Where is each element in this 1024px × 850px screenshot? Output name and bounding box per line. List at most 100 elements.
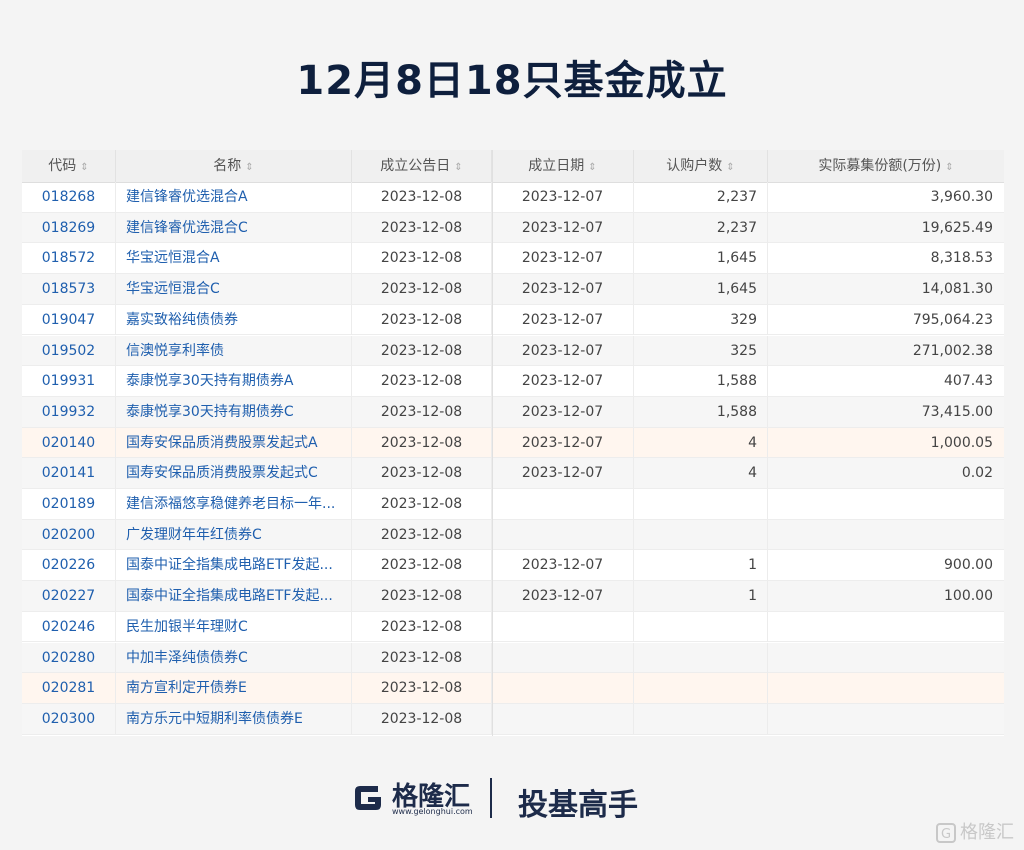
table-row[interactable]: 019931 泰康悦享30天持有期债券A 2023-12-08 2023-12-07 1… [22, 366, 1004, 397]
header-establish-date[interactable]: 成立日期 ⇕ [492, 150, 634, 182]
header-code[interactable]: 代码 ⇕ [22, 150, 116, 182]
watermark-logo-icon: G [936, 823, 956, 843]
fund-name-link[interactable]: 广发理财年年红债券C [116, 519, 352, 550]
fund-name-link[interactable]: 建信锋睿优选混合A [116, 182, 352, 212]
fund-code-link[interactable]: 018572 [22, 243, 116, 274]
fund-name-link[interactable]: 国寿安保品质消费股票发起式C [116, 458, 352, 489]
fund-code-link[interactable]: 020226 [22, 550, 116, 581]
announce-date-cell: 2023-12-08 [352, 519, 492, 550]
fund-name-link[interactable]: 泰康悦享30天持有期债券C [116, 396, 352, 427]
table-row[interactable]: 019502 信澳悦享利率债 2023-12-08 2023-12-07 325 271,… [22, 335, 1004, 367]
fund-name-link[interactable]: 嘉实致裕纯债债券 [116, 304, 352, 335]
table-row[interactable]: 020300 南方乐元中短期利率债债券E 2023-12-08 [22, 703, 1004, 735]
table-row[interactable]: 020281 南方宣利定开债券E 2023-12-08 [22, 673, 1004, 704]
fund-name-link[interactable]: 中加丰泽纯债债券C [116, 642, 352, 673]
fund-code-link[interactable]: 019932 [22, 396, 116, 427]
logo-url: www.gelonghui.com [392, 807, 473, 816]
fund-name-link[interactable]: 国泰中证全指集成电路ETF发起... [116, 550, 352, 581]
establish-date-cell: 2023-12-07 [492, 550, 634, 581]
amount-cell: 19,625.49 [921, 219, 993, 236]
amount-cell: 407.43 [944, 373, 993, 390]
fund-code-link[interactable]: 020140 [22, 427, 116, 458]
footer: 格隆汇 www.gelonghui.com 投基高手 [0, 770, 1024, 830]
table-row[interactable]: 019932 泰康悦享30天持有期债券C 2023-12-08 2023-12-07 1… [22, 396, 1004, 428]
fund-code-link[interactable]: 020281 [22, 673, 116, 704]
subscribers-cell [634, 519, 768, 550]
fund-code-link[interactable]: 020300 [22, 703, 116, 734]
fund-code-link[interactable]: 020189 [22, 489, 116, 519]
sort-icon[interactable]: ⇕ [726, 162, 734, 173]
announce-date-cell: 2023-12-08 [352, 366, 492, 397]
fund-name-link[interactable]: 南方宣利定开债券E [116, 673, 352, 704]
header-amount-label: 实际募集份额(万份) [818, 158, 942, 174]
table-row[interactable]: 018269 建信锋睿优选混合C 2023-12-08 2023-12-07 2,237… [22, 212, 1004, 244]
table-row[interactable]: 020189 建信添福悠享稳健养老目标一年... 2023-12-08 [22, 489, 1004, 520]
fund-name-link[interactable]: 华宝远恒混合C [116, 274, 352, 305]
table-row[interactable]: 018268 建信锋睿优选混合A 2023-12-08 2023-12-07 2,237… [22, 182, 1004, 213]
table-header: 代码 ⇕ 名称 ⇕ 成立公告日 ⇕ 成立日期 ⇕ 认购户数 ⇕ 实际募集份额(万份) ⇕ [22, 150, 1004, 183]
table-row[interactable]: 020141 国寿安保品质消费股票发起式C 2023-12-08 2023-12-07… [22, 458, 1004, 489]
fund-code-link[interactable]: 018268 [22, 182, 116, 212]
header-name[interactable]: 名称 ⇕ [116, 150, 352, 182]
amount-cell [768, 704, 1004, 734]
establish-date-cell: 2023-12-07 [492, 396, 634, 427]
fund-code-link[interactable]: 018269 [22, 212, 116, 243]
establish-date-cell: 2023-12-07 [492, 366, 634, 397]
sort-icon[interactable]: ⇕ [945, 162, 953, 173]
fund-code-link[interactable]: 020200 [22, 519, 116, 550]
table-row[interactable]: 019047 嘉实致裕纯债债券 2023-12-08 2023-12-07 329 795… [22, 304, 1004, 336]
table-row[interactable]: 018573 华宝远恒混合C 2023-12-08 2023-12-07 1,645 14… [22, 274, 1004, 305]
fund-name-link[interactable]: 建信锋睿优选混合C [116, 212, 352, 243]
fund-name-link[interactable]: 国泰中证全指集成电路ETF发起... [116, 581, 352, 612]
table-row[interactable]: 020200 广发理财年年红债券C 2023-12-08 [22, 519, 1004, 551]
sort-icon[interactable]: ⇕ [454, 162, 462, 173]
sort-icon[interactable]: ⇕ [80, 162, 88, 173]
announce-date-cell: 2023-12-08 [352, 458, 492, 489]
header-announce-date[interactable]: 成立公告日 ⇕ [352, 150, 492, 182]
amount-cell: 271,002.38 [912, 342, 993, 359]
fund-code-link[interactable]: 020227 [22, 581, 116, 612]
amount-cell [768, 612, 1004, 642]
table-row[interactable]: 020280 中加丰泽纯债债券C 2023-12-08 [22, 642, 1004, 674]
fund-code-link[interactable]: 020246 [22, 611, 116, 642]
fund-code-link[interactable]: 019502 [22, 335, 116, 366]
subscribers-cell [634, 611, 768, 642]
sort-icon[interactable]: ⇕ [245, 162, 253, 173]
announce-date-cell: 2023-12-08 [352, 673, 492, 704]
fund-name-link[interactable]: 民生加银半年理财C [116, 611, 352, 642]
table-row[interactable]: 020226 国泰中证全指集成电路ETF发起... 2023-12-08 2023-1… [22, 550, 1004, 582]
table-row[interactable]: 020227 国泰中证全指集成电路ETF发起... 2023-12-08 2023-1… [22, 581, 1004, 612]
fund-code-link[interactable]: 020141 [22, 458, 116, 489]
slogan: 投基高手 [518, 788, 638, 823]
fund-code-link[interactable]: 019931 [22, 366, 116, 397]
subscribers-cell: 2,237 [634, 182, 768, 212]
header-subscribers-label: 认购户数 [666, 158, 723, 174]
fund-name-link[interactable]: 建信添福悠享稳健养老目标一年... [116, 489, 352, 519]
amount-cell: 73,415.00 [921, 403, 993, 420]
fund-name-link[interactable]: 华宝远恒混合A [116, 243, 352, 274]
fund-name-link[interactable]: 信澳悦享利率债 [116, 335, 352, 366]
table-row[interactable]: 020246 民生加银半年理财C 2023-12-08 [22, 611, 1004, 643]
fund-code-link[interactable]: 020280 [22, 642, 116, 673]
subscribers-cell [634, 673, 768, 704]
subscribers-cell [634, 703, 768, 734]
fund-name-link[interactable]: 国寿安保品质消费股票发起式A [116, 427, 352, 458]
subscribers-cell: 1 [634, 581, 768, 612]
establish-date-cell: 2023-12-07 [492, 243, 634, 274]
watermark-text: 格隆汇 [960, 822, 1014, 843]
table-row[interactable]: 018572 华宝远恒混合A 2023-12-08 2023-12-07 1,645 8,… [22, 243, 1004, 275]
sort-icon[interactable]: ⇕ [588, 162, 596, 173]
header-announce-date-label: 成立公告日 [380, 158, 451, 174]
fund-code-link[interactable]: 019047 [22, 304, 116, 335]
table-row[interactable]: 020140 国寿安保品质消费股票发起式A 2023-12-08 2023-12-07… [22, 427, 1004, 459]
fund-name-link[interactable]: 泰康悦享30天持有期债券A [116, 366, 352, 397]
subscribers-cell [634, 489, 768, 519]
fund-name-link[interactable]: 南方乐元中短期利率债债券E [116, 703, 352, 734]
fund-code-link[interactable]: 018573 [22, 274, 116, 305]
header-amount[interactable]: 实际募集份额(万份) ⇕ [768, 150, 1004, 182]
establish-date-cell [492, 703, 634, 734]
header-subscribers[interactable]: 认购户数 ⇕ [634, 150, 768, 182]
amount-cell [768, 673, 1004, 703]
gelonghui-logo-icon [355, 786, 381, 810]
footer-divider [490, 778, 492, 818]
